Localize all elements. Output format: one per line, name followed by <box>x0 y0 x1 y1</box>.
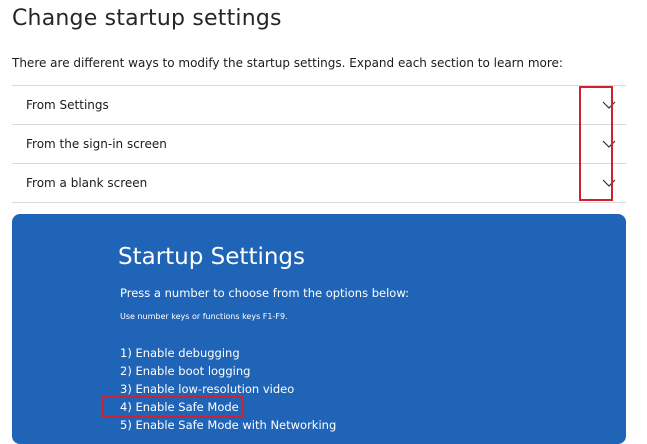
startup-hint: Use number keys or functions keys F1-F9. <box>120 312 288 321</box>
chevron-down-icon[interactable] <box>592 140 626 148</box>
startup-option: 1) Enable debugging <box>120 346 240 360</box>
intro-text: There are different ways to modify the s… <box>12 56 563 70</box>
startup-settings-screenshot: Startup Settings Press a number to choos… <box>12 214 626 444</box>
startup-prompt: Press a number to choose from the option… <box>120 286 409 300</box>
accordion-item-from-settings[interactable]: From Settings <box>12 86 626 125</box>
startup-option: 2) Enable boot logging <box>120 364 251 378</box>
chevron-down-icon[interactable] <box>592 179 626 187</box>
accordion-label: From Settings <box>26 98 109 112</box>
page-title: Change startup settings <box>12 6 282 31</box>
chevron-down-icon[interactable] <box>592 101 626 109</box>
accordion-label: From a blank screen <box>26 176 148 190</box>
startup-methods-accordion: From Settings From the sign-in screen Fr… <box>12 85 626 203</box>
startup-option: 5) Enable Safe Mode with Networking <box>120 418 337 432</box>
startup-option-safe-mode: 4) Enable Safe Mode <box>120 400 239 414</box>
accordion-item-from-sign-in-screen[interactable]: From the sign-in screen <box>12 125 626 164</box>
accordion-item-from-blank-screen[interactable]: From a blank screen <box>12 164 626 203</box>
accordion-label: From the sign-in screen <box>26 137 167 151</box>
startup-option: 3) Enable low-resolution video <box>120 382 295 396</box>
startup-settings-title: Startup Settings <box>118 244 306 270</box>
